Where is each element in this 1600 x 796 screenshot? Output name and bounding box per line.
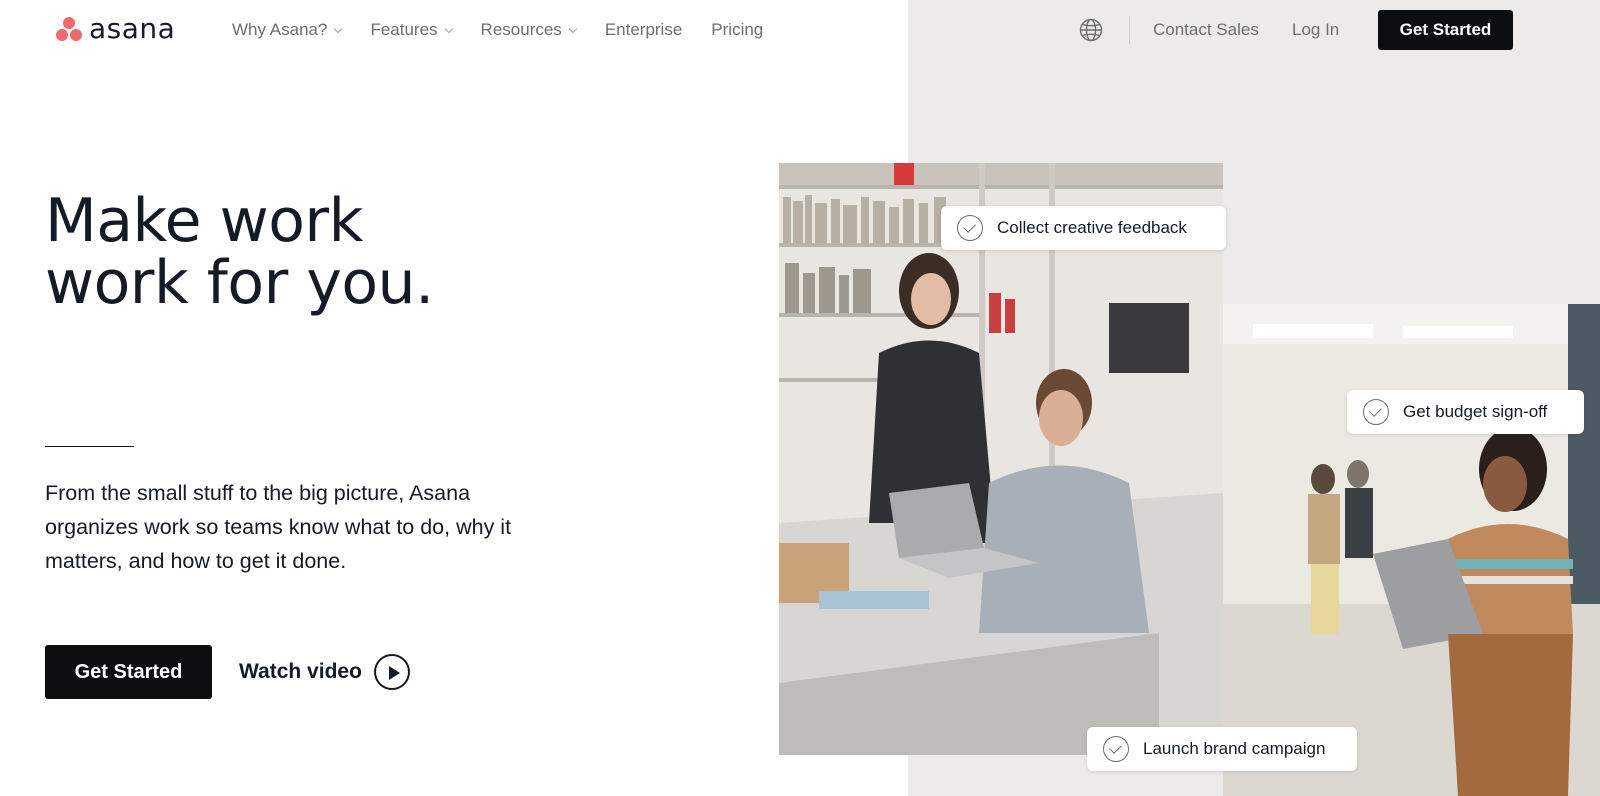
check-circle-icon[interactable] xyxy=(1363,399,1389,425)
log-in-link[interactable]: Log In xyxy=(1292,18,1339,42)
task-card[interactable]: Collect creative feedback xyxy=(941,206,1226,250)
hero-title-line-1: Make work xyxy=(45,186,363,256)
nav-item-resources[interactable]: Resources xyxy=(480,18,578,42)
nav-item-label: Features xyxy=(370,20,438,39)
asana-logo[interactable]: asana xyxy=(55,12,176,45)
task-card[interactable]: Launch brand campaign xyxy=(1087,727,1357,771)
nav-item-why-asana[interactable]: Why Asana? xyxy=(232,18,343,42)
office-photo-side xyxy=(1223,304,1600,796)
task-card[interactable]: Get budget sign-off xyxy=(1347,390,1584,434)
watch-video-label: Watch video xyxy=(239,660,362,683)
nav-item-pricing[interactable]: Pricing xyxy=(711,18,763,42)
hero-title-line-2: work for you. xyxy=(45,248,434,318)
nav-divider xyxy=(1129,16,1130,44)
task-label: Get budget sign-off xyxy=(1403,402,1548,421)
top-navigation: asana Why Asana? Features Resources Ente… xyxy=(0,0,1600,60)
hero-title: Make work work for you. xyxy=(45,190,434,314)
nav-get-started-button[interactable]: Get Started xyxy=(1378,10,1513,50)
chevron-down-icon xyxy=(444,24,453,33)
logo-text: asana xyxy=(89,12,176,45)
globe-icon[interactable] xyxy=(1079,18,1103,42)
play-icon xyxy=(373,654,410,690)
office-photo-main xyxy=(779,163,1223,755)
nav-item-features[interactable]: Features xyxy=(370,18,453,42)
asana-logo-icon xyxy=(55,16,83,42)
task-label: Launch brand campaign xyxy=(1143,739,1326,758)
watch-video-link[interactable]: Watch video xyxy=(239,654,410,690)
check-circle-icon[interactable] xyxy=(1103,736,1129,762)
chevron-down-icon xyxy=(568,24,578,33)
nav-item-label: Enterprise xyxy=(604,20,683,39)
contact-sales-link[interactable]: Contact Sales xyxy=(1153,18,1259,42)
hero-get-started-button[interactable]: Get Started xyxy=(45,645,212,699)
chevron-down-icon xyxy=(334,24,343,33)
nav-links: Why Asana? Features Resources Enterprise… xyxy=(232,18,792,42)
hero-subtitle: From the small stuff to the big picture,… xyxy=(45,481,512,573)
check-circle-icon[interactable] xyxy=(957,215,983,241)
hero-divider xyxy=(45,446,134,447)
task-label: Collect creative feedback xyxy=(997,218,1187,237)
nav-item-label: Why Asana? xyxy=(232,20,328,39)
nav-item-enterprise[interactable]: Enterprise xyxy=(605,18,682,42)
nav-item-label: Resources xyxy=(480,20,562,39)
nav-item-label: Pricing xyxy=(711,20,764,39)
